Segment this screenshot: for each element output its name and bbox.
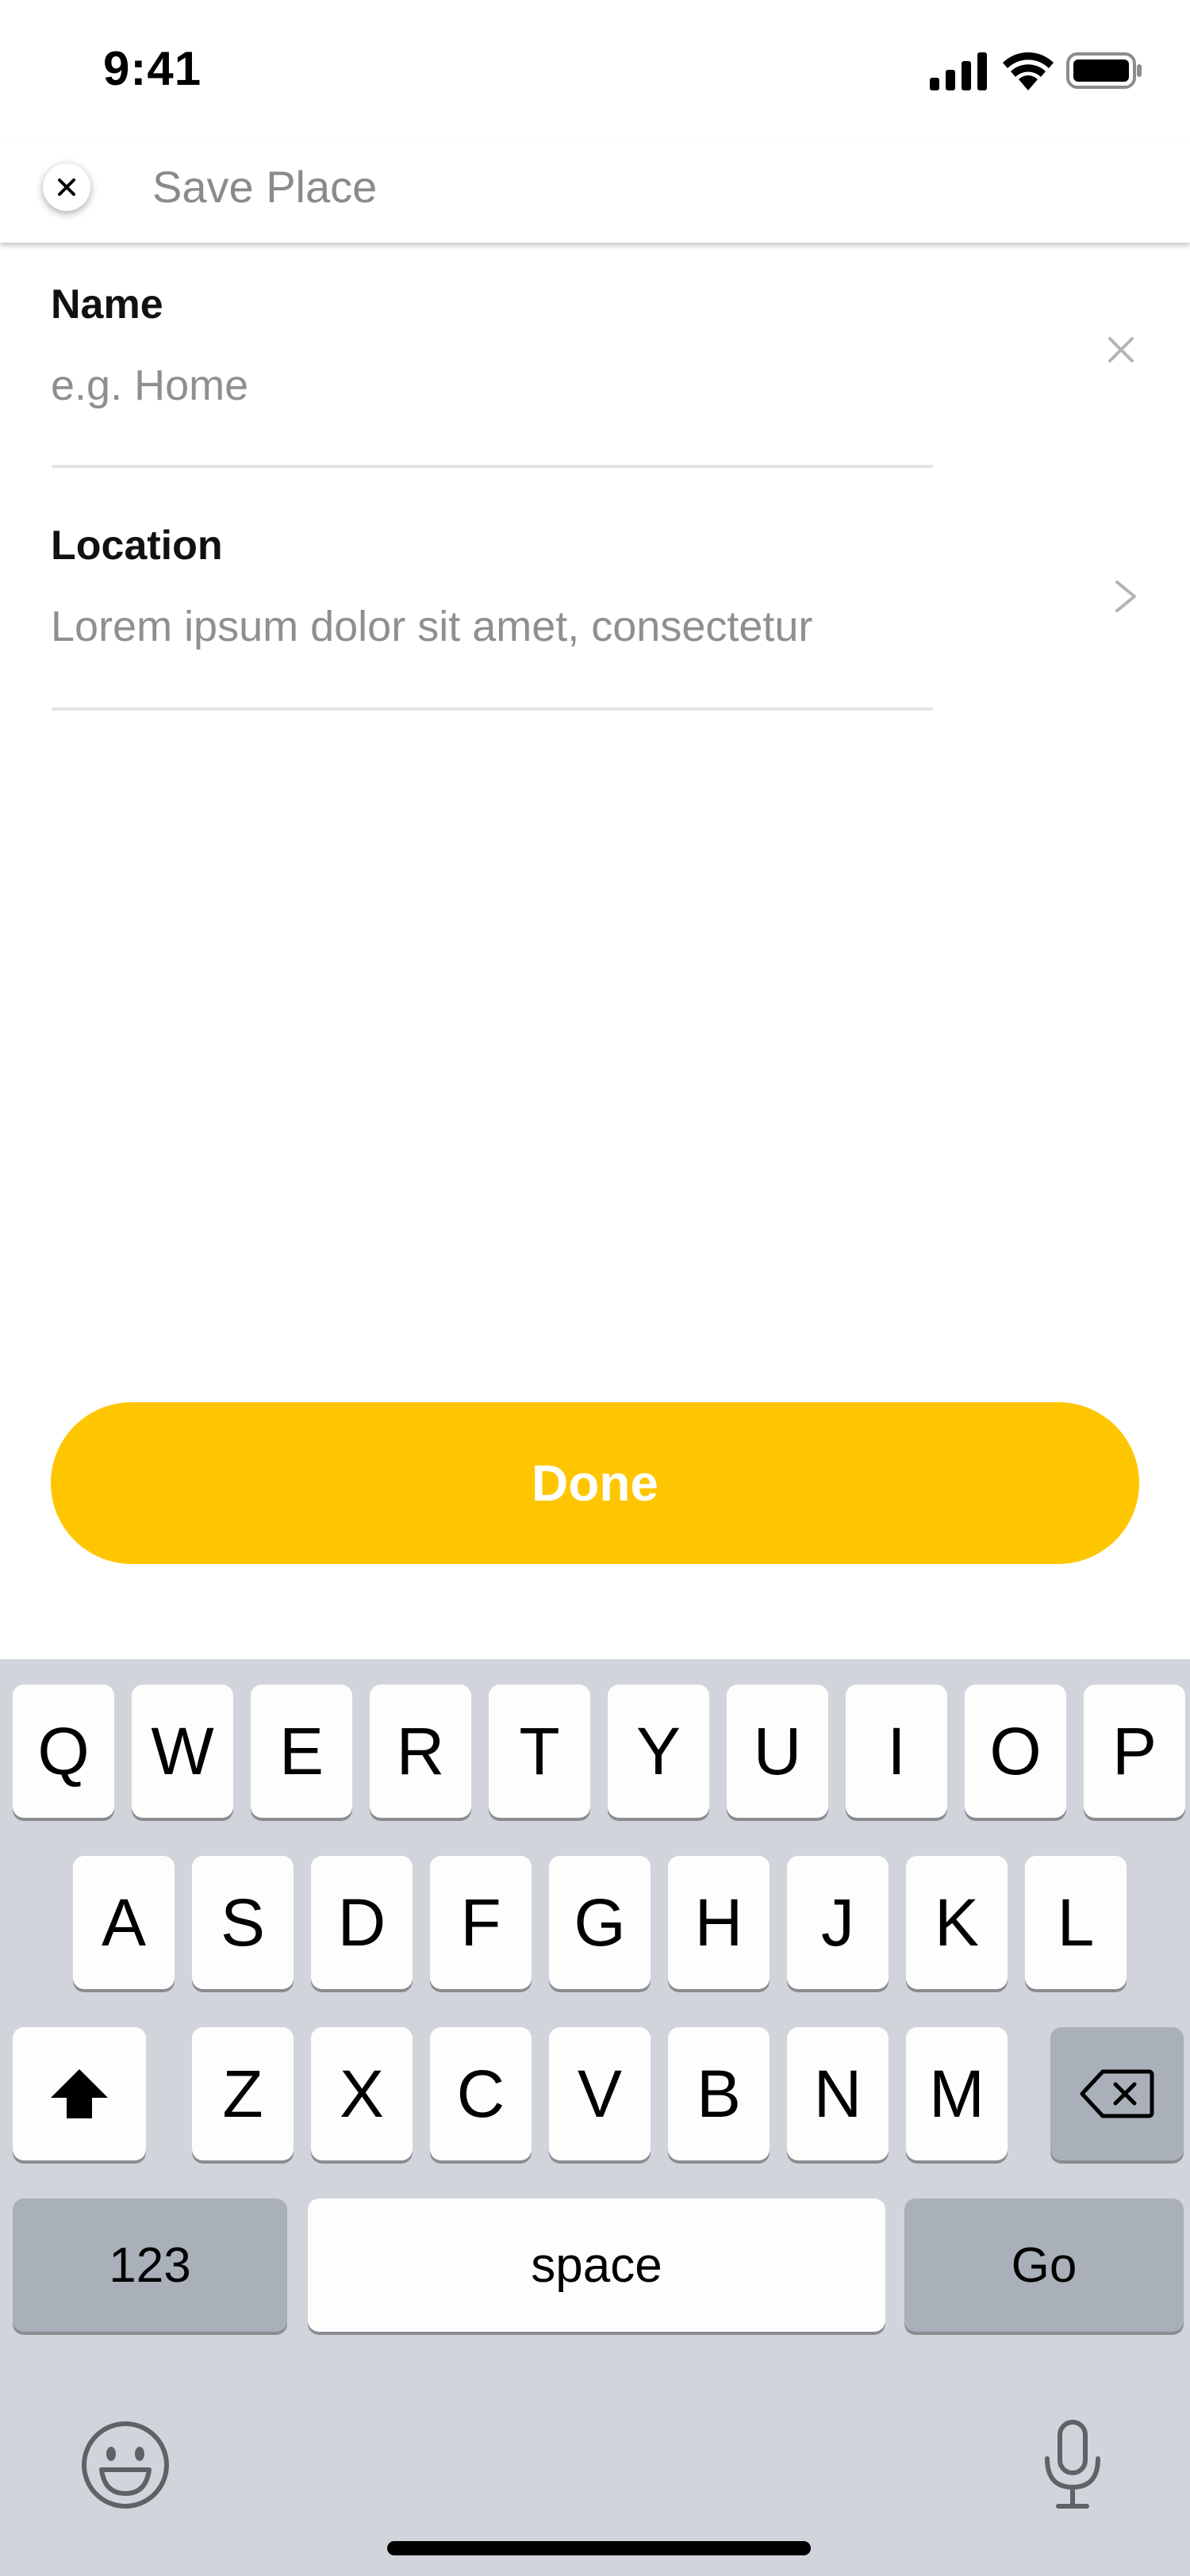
key-b[interactable]: B [668, 2027, 770, 2160]
key-k[interactable]: K [906, 1856, 1008, 1989]
key-r[interactable]: R [370, 1685, 471, 1818]
status-bar: 9:41 [0, 0, 1190, 143]
key-c[interactable]: C [430, 2027, 532, 2160]
done-button[interactable]: Done [51, 1402, 1139, 1564]
nav-header: Save Place [0, 143, 1190, 243]
name-divider [52, 465, 933, 468]
key-l[interactable]: L [1025, 1856, 1127, 1989]
backspace-icon [1080, 2069, 1154, 2118]
key-t[interactable]: T [489, 1685, 590, 1818]
status-time: 9:41 [103, 42, 202, 95]
backspace-key[interactable] [1050, 2027, 1184, 2160]
cellular-signal-icon [930, 52, 987, 90]
key-x[interactable]: X [311, 2027, 413, 2160]
page-title: Save Place [152, 162, 378, 212]
name-input[interactable] [51, 354, 931, 417]
location-input[interactable] [51, 595, 931, 658]
chevron-right-icon[interactable] [1114, 577, 1138, 615]
key-p[interactable]: P [1084, 1685, 1185, 1818]
shift-icon [51, 2069, 108, 2118]
key-a[interactable]: A [73, 1856, 175, 1989]
close-button[interactable] [43, 163, 90, 211]
key-f[interactable]: F [430, 1856, 532, 1989]
key-s[interactable]: S [192, 1856, 294, 1989]
home-indicator [387, 2541, 811, 2555]
close-icon [58, 178, 75, 196]
key-g[interactable]: G [549, 1856, 651, 1989]
key-v[interactable]: V [549, 2027, 651, 2160]
key-h[interactable]: H [668, 1856, 770, 1989]
wifi-icon [1003, 52, 1054, 90]
microphone-icon[interactable] [1039, 2419, 1106, 2511]
key-i[interactable]: I [846, 1685, 947, 1818]
shift-key[interactable] [13, 2027, 146, 2160]
key-n[interactable]: N [787, 2027, 889, 2160]
keyboard: Q W E R T Y U I O P A S D F G H J K L Z … [0, 1659, 1190, 2576]
space-key[interactable]: space [308, 2198, 885, 2332]
go-key[interactable]: Go [904, 2198, 1184, 2332]
key-y[interactable]: Y [608, 1685, 709, 1818]
numbers-key[interactable]: 123 [13, 2198, 287, 2332]
location-field: Location [51, 522, 933, 711]
key-d[interactable]: D [311, 1856, 413, 1989]
clear-icon[interactable] [1107, 336, 1134, 363]
location-divider [52, 707, 933, 711]
key-o[interactable]: O [965, 1685, 1066, 1818]
key-z[interactable]: Z [192, 2027, 294, 2160]
battery-icon [1066, 52, 1142, 89]
location-label: Location [51, 523, 223, 569]
key-m[interactable]: M [906, 2027, 1008, 2160]
name-label: Name [51, 282, 163, 328]
key-w[interactable]: W [132, 1685, 233, 1818]
emoji-icon[interactable] [79, 2419, 171, 2511]
key-q[interactable]: Q [13, 1685, 114, 1818]
key-j[interactable]: J [787, 1856, 889, 1989]
key-e[interactable]: E [251, 1685, 352, 1818]
name-field: Name [51, 281, 933, 468]
key-u[interactable]: U [727, 1685, 828, 1818]
